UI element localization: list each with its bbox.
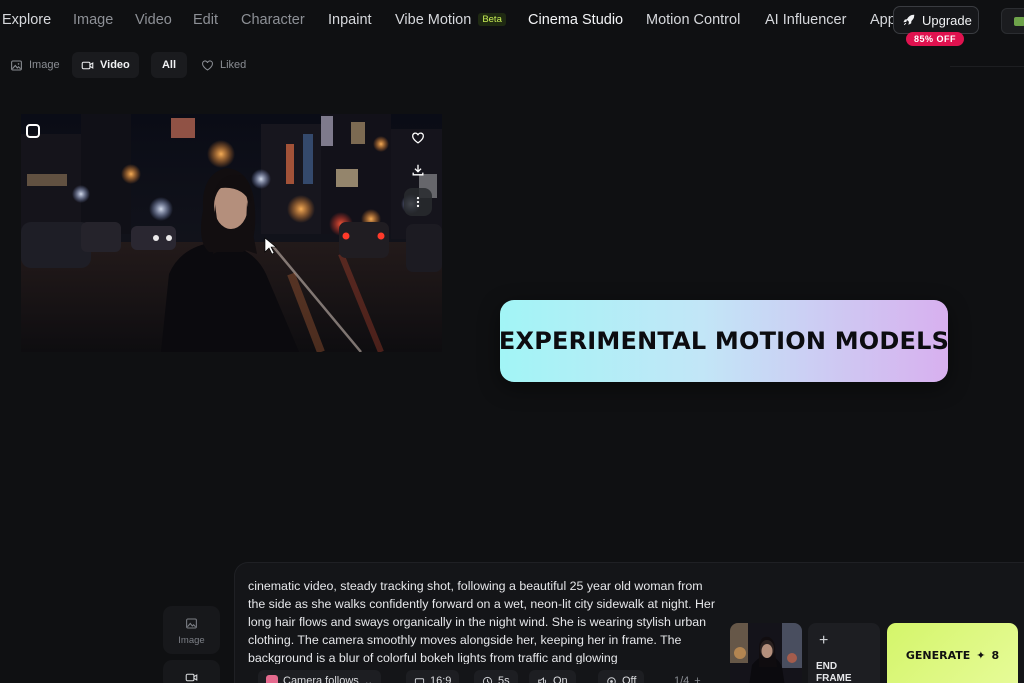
folder-button[interactable] (1001, 8, 1024, 34)
aspect-ratio-icon (414, 677, 425, 683)
nav-item-inpaint[interactable]: Inpaint (328, 12, 372, 28)
select-checkbox[interactable] (26, 124, 40, 138)
nav-item-edit[interactable]: Edit (193, 12, 218, 28)
nav-item-vibe-motion-label: Vibe Motion (395, 12, 472, 28)
generate-cost: 8 (991, 648, 1000, 662)
like-button[interactable] (404, 124, 432, 152)
media-card[interactable] (21, 114, 442, 352)
heart-icon (202, 60, 213, 71)
promo-text: EXPERIMENTAL MOTION MODELS (498, 327, 950, 355)
more-vertical-icon (416, 196, 420, 208)
filter-image-label: Image (29, 59, 60, 71)
filter-video-label: Video (100, 59, 130, 71)
upgrade-button[interactable]: Upgrade (893, 6, 979, 34)
download-icon (412, 164, 424, 176)
mode-tab-video[interactable] (163, 660, 220, 683)
nav-item-video[interactable]: Video (135, 12, 172, 28)
filter-all[interactable]: All (151, 52, 187, 78)
camera-preset-label: Camera follows (283, 675, 359, 683)
generate-label: GENERATE (905, 648, 971, 662)
nav-item-cinema-studio[interactable]: Cinema Studio (528, 12, 623, 28)
duration-label: 5s (498, 675, 510, 683)
image-icon (11, 60, 22, 70)
duration-select[interactable]: 5s (474, 670, 518, 683)
more-options-button[interactable] (404, 188, 432, 216)
clock-icon (482, 676, 493, 683)
video-icon (185, 673, 198, 682)
mode-tab-image-label: Image (178, 635, 205, 646)
divider (950, 66, 1024, 78)
nav-item-character[interactable]: Character (241, 12, 305, 28)
top-navigation: Explore Image Video Edit Character Inpai… (0, 0, 1024, 46)
end-frame-label: END FRAME (816, 661, 852, 683)
end-frame-button[interactable]: + END FRAME (808, 623, 880, 683)
filter-image[interactable]: Image (1, 52, 69, 78)
sound-label: On (553, 675, 568, 683)
nav-item-motion-control[interactable]: Motion Control (646, 12, 740, 28)
aspect-ratio-label: 16:9 (430, 675, 452, 683)
nav-item-explore[interactable]: Explore (2, 12, 51, 28)
batch-count[interactable]: 1/4 + (666, 670, 709, 683)
sound-icon (538, 676, 547, 683)
sparkle-icon: ✦ (976, 648, 986, 662)
settings-icon (607, 676, 616, 683)
folder-icon (1014, 17, 1024, 26)
nav-item-image[interactable]: Image (73, 12, 113, 28)
preset-icon (266, 675, 278, 683)
prompt-input[interactable]: cinematic video, steady tracking shot, f… (248, 577, 720, 664)
filter-liked-label: Liked (220, 59, 247, 71)
promo-banner: EXPERIMENTAL MOTION MODELS (498, 300, 950, 382)
enhance-toggle[interactable]: Off (598, 670, 645, 683)
filter-video[interactable]: Video (72, 52, 139, 78)
chevron-down-icon: ⌄ (363, 675, 374, 683)
plus-icon: + (819, 632, 829, 649)
beta-badge: Beta (478, 13, 506, 26)
nav-item-vibe-motion[interactable]: Vibe Motion Beta (395, 12, 506, 28)
heart-icon (412, 132, 424, 144)
video-thumbnail (21, 114, 442, 352)
nav-item-ai-influencer[interactable]: AI Influencer (765, 12, 846, 28)
prompt-composer: cinematic video, steady tracking shot, f… (234, 562, 1024, 683)
batch-count-label: 1/4 (674, 675, 690, 683)
camera-preset-select[interactable]: Camera follows ⌄ (258, 670, 382, 683)
aspect-ratio-select[interactable]: 16:9 (406, 670, 460, 683)
start-frame-image (730, 623, 802, 683)
upgrade-label: Upgrade (922, 12, 972, 28)
plus-icon: + (694, 675, 701, 683)
rocket-icon (903, 14, 915, 26)
mode-tab-image[interactable]: Image (163, 606, 220, 654)
generate-button[interactable]: GENERATE ✦ 8 (887, 623, 1018, 683)
enhance-label: Off (622, 675, 637, 683)
start-frame-thumbnail[interactable] (730, 623, 802, 683)
video-icon (81, 61, 94, 69)
image-icon (186, 618, 197, 629)
sound-toggle[interactable]: On (529, 670, 576, 683)
discount-badge: 85% OFF (906, 32, 965, 46)
filter-all-label: All (161, 59, 177, 71)
download-button[interactable] (404, 156, 432, 184)
mode-tabs: Image (163, 606, 220, 683)
filter-liked[interactable]: Liked (192, 52, 255, 78)
